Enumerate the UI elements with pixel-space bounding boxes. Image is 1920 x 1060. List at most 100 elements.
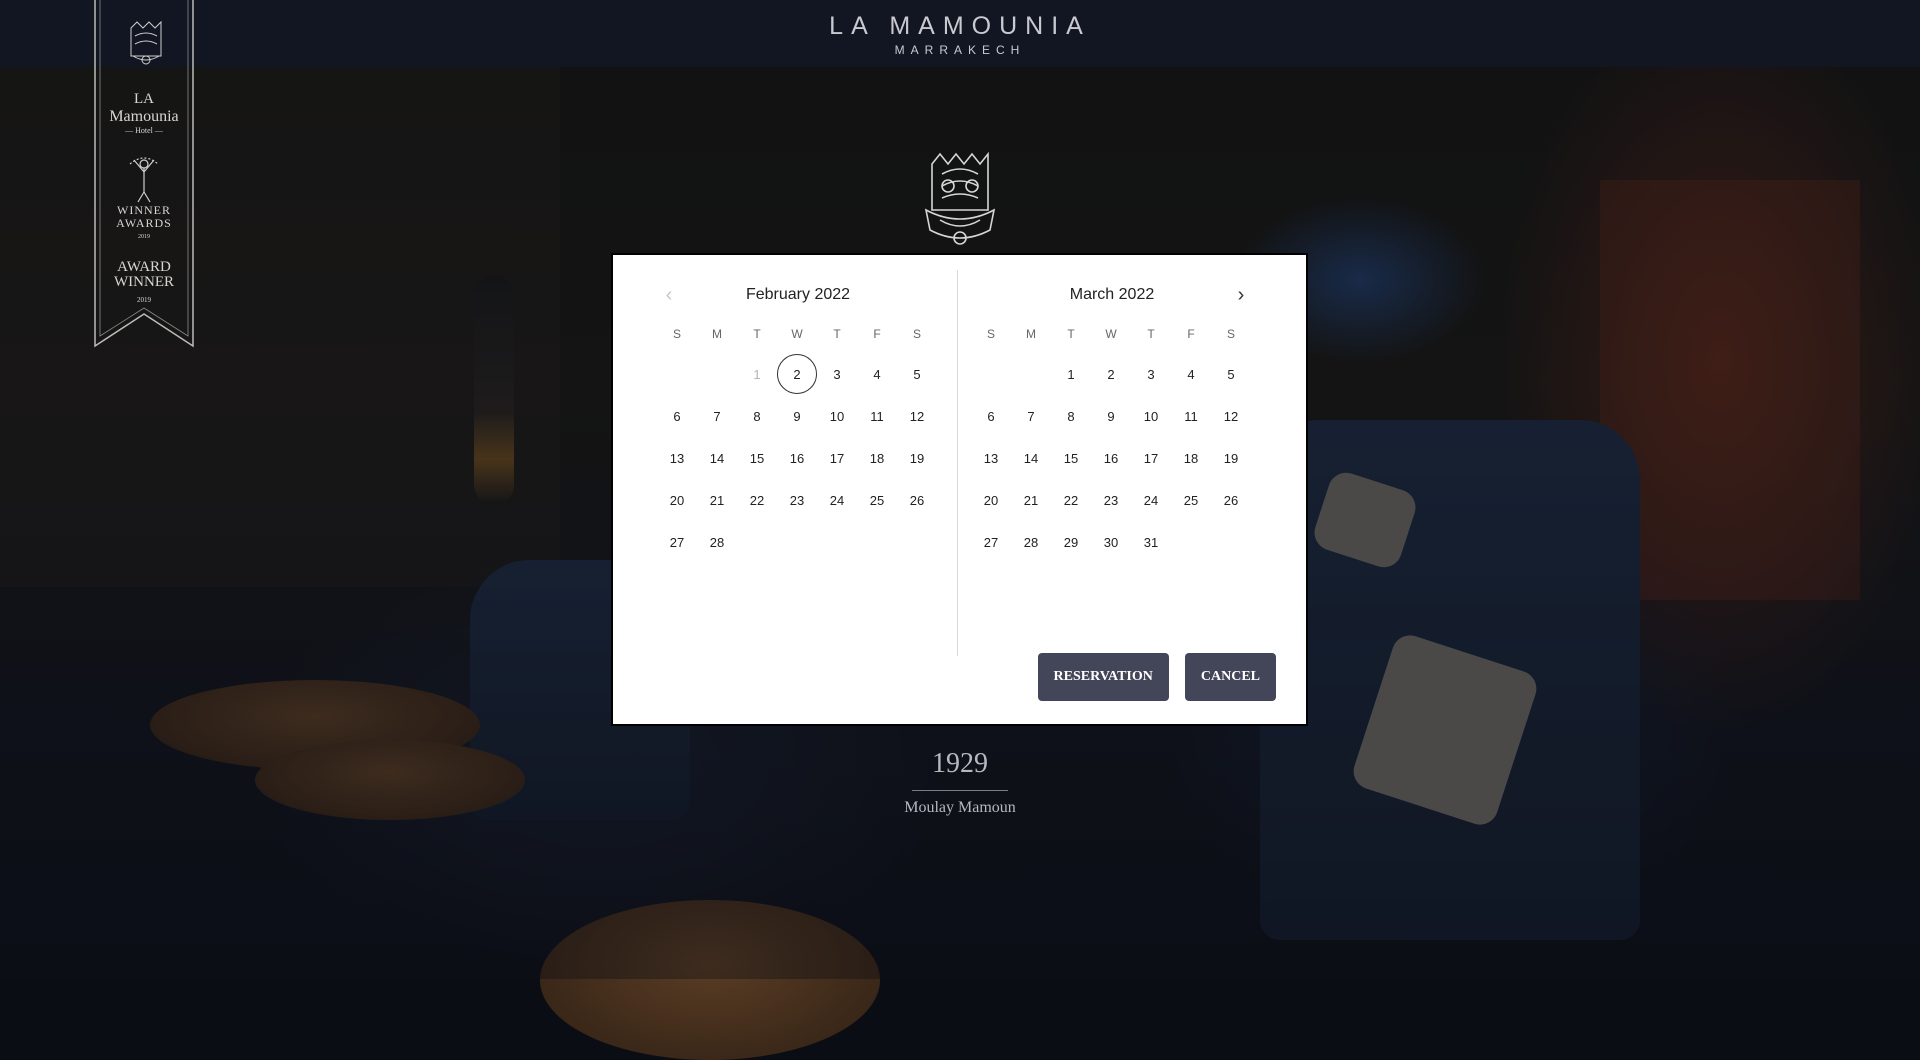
day-number: 16 <box>1103 450 1119 466</box>
day-cell[interactable]: 11 <box>1171 395 1211 437</box>
day-cell[interactable]: 28 <box>1011 521 1051 563</box>
day-cell[interactable]: 19 <box>1211 437 1251 479</box>
day-cell[interactable]: 14 <box>1011 437 1051 479</box>
weekday-label: T <box>1147 327 1155 341</box>
ribbon-award-line1: AWARD <box>117 259 171 275</box>
day-cell[interactable]: 24 <box>1131 479 1171 521</box>
day-cell[interactable]: 27 <box>657 521 697 563</box>
day-cell[interactable]: 18 <box>1171 437 1211 479</box>
day-number: 15 <box>1063 450 1079 466</box>
day-cell[interactable]: 16 <box>1091 437 1131 479</box>
cancel-button[interactable]: CANCEL <box>1184 653 1276 701</box>
day-cell[interactable]: 5 <box>1211 353 1251 395</box>
day-blank <box>657 353 697 395</box>
month-divider <box>957 270 958 656</box>
day-cell[interactable]: 23 <box>777 479 817 521</box>
day-cell[interactable]: 31 <box>1131 521 1171 563</box>
day-cell[interactable]: 16 <box>777 437 817 479</box>
day-cell[interactable]: 19 <box>897 437 937 479</box>
day-cell[interactable]: 5 <box>897 353 937 395</box>
prev-month-button[interactable]: ‹ <box>657 283 681 307</box>
day-cell[interactable]: 9 <box>1091 395 1131 437</box>
day-cell[interactable]: 3 <box>1131 353 1171 395</box>
day-cell[interactable]: 3 <box>817 353 857 395</box>
day-cell[interactable]: 1 <box>1051 353 1091 395</box>
award-ribbon[interactable]: LA Mamounia — Hotel — WINNER AWARDS 2019… <box>94 0 194 348</box>
day-cell[interactable]: 20 <box>971 479 1011 521</box>
day-number: 16 <box>789 450 805 466</box>
day-number: 6 <box>987 408 995 424</box>
day-cell[interactable]: 21 <box>1011 479 1051 521</box>
day-cell[interactable]: 8 <box>737 395 777 437</box>
day-number: 14 <box>1023 450 1039 466</box>
day-cell[interactable]: 15 <box>737 437 777 479</box>
day-number: 6 <box>673 408 681 424</box>
day-cell[interactable]: 11 <box>857 395 897 437</box>
day-cell[interactable]: 26 <box>897 479 937 521</box>
day-cell[interactable]: 17 <box>817 437 857 479</box>
reservation-button[interactable]: RESERVATION <box>1037 653 1169 701</box>
weekday-label: T <box>1067 327 1075 341</box>
weekday-header: SMTWTFS <box>657 319 939 349</box>
day-cell: 1 <box>737 353 777 395</box>
day-cell[interactable]: 6 <box>657 395 697 437</box>
ribbon-winner-awards: WINNER AWARDS <box>94 204 194 230</box>
day-cell[interactable]: 17 <box>1131 437 1171 479</box>
day-cell[interactable]: 24 <box>817 479 857 521</box>
day-cell[interactable]: 14 <box>697 437 737 479</box>
day-cell[interactable]: 28 <box>697 521 737 563</box>
day-number: 11 <box>1184 408 1198 424</box>
day-cell[interactable]: 15 <box>1051 437 1091 479</box>
day-cell[interactable]: 22 <box>1051 479 1091 521</box>
day-number: 25 <box>869 492 885 508</box>
day-cell[interactable]: 4 <box>857 353 897 395</box>
day-number: 9 <box>793 408 801 424</box>
day-number: 31 <box>1143 534 1159 550</box>
day-cell[interactable]: 7 <box>697 395 737 437</box>
day-cell[interactable]: 18 <box>857 437 897 479</box>
day-cell[interactable]: 27 <box>971 521 1011 563</box>
ribbon-year: 2019 <box>138 234 150 240</box>
day-cell[interactable]: 12 <box>897 395 937 437</box>
day-number: 20 <box>669 492 685 508</box>
day-cell[interactable]: 13 <box>657 437 697 479</box>
day-cell[interactable]: 23 <box>1091 479 1131 521</box>
weekday-label: S <box>1226 327 1235 341</box>
day-cell[interactable]: 25 <box>1171 479 1211 521</box>
day-cell[interactable]: 9 <box>777 395 817 437</box>
day-cell[interactable]: 30 <box>1091 521 1131 563</box>
day-number: 26 <box>909 492 925 508</box>
day-cell[interactable]: 7 <box>1011 395 1051 437</box>
day-number: 14 <box>709 450 725 466</box>
brand-name: LA MAMOUNIA <box>829 12 1091 40</box>
day-cell[interactable]: 13 <box>971 437 1011 479</box>
day-cell[interactable]: 12 <box>1211 395 1251 437</box>
day-cell[interactable]: 10 <box>817 395 857 437</box>
day-cell[interactable]: 10 <box>1131 395 1171 437</box>
day-cell[interactable]: 29 <box>1051 521 1091 563</box>
day-number: 17 <box>829 450 845 466</box>
next-month-button[interactable]: › <box>1229 283 1253 307</box>
caption-name: Moulay Mamoun <box>904 799 1016 816</box>
day-cell[interactable]: 6 <box>971 395 1011 437</box>
day-number: 27 <box>669 534 685 550</box>
ribbon-year: 2019 <box>137 296 151 304</box>
weekday-label: M <box>712 327 722 341</box>
day-cell-selected[interactable]: 2 <box>777 353 817 395</box>
brand-logo[interactable]: LA MAMOUNIA MARRAKECH <box>0 12 1920 57</box>
ribbon-la: LA <box>134 91 154 107</box>
day-cell[interactable]: 8 <box>1051 395 1091 437</box>
day-cell[interactable]: 2 <box>1091 353 1131 395</box>
day-number: 25 <box>1183 492 1199 508</box>
ribbon-hotel: — Hotel — <box>125 126 163 135</box>
day-cell[interactable]: 4 <box>1171 353 1211 395</box>
day-cell[interactable]: 21 <box>697 479 737 521</box>
day-cell[interactable]: 25 <box>857 479 897 521</box>
weekday-label: S <box>986 327 995 341</box>
day-cell[interactable]: 26 <box>1211 479 1251 521</box>
day-number: 3 <box>833 366 841 382</box>
day-number: 18 <box>869 450 885 466</box>
day-cell[interactable]: 20 <box>657 479 697 521</box>
ribbon-award-winner: AWARD WINNER <box>94 260 194 290</box>
day-cell[interactable]: 22 <box>737 479 777 521</box>
